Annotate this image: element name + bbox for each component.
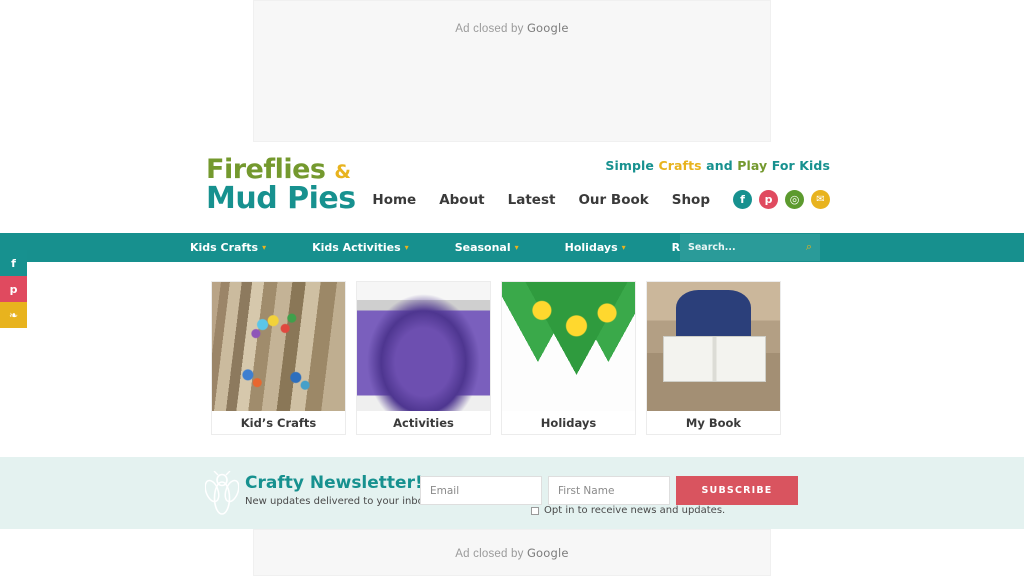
social-links: f p ◎ ✉ <box>733 190 830 209</box>
category-card[interactable]: Activities <box>356 281 491 435</box>
pinterest-icon[interactable]: p <box>759 190 778 209</box>
navbar-item-holidays[interactable]: Holidays ▾ <box>565 241 626 254</box>
navbar-label-seasonal: Seasonal <box>454 241 511 254</box>
newsletter-heading-block: Crafty Newsletter! New updates delivered… <box>205 471 433 517</box>
topnav-item-home[interactable]: Home <box>372 192 416 208</box>
chevron-down-icon: ▾ <box>514 242 519 252</box>
topnav-item-shop[interactable]: Shop <box>672 192 710 208</box>
category-card[interactable]: My Book <box>646 281 781 435</box>
ad-closed-label-top: Ad closed by Google <box>455 21 569 35</box>
share-facebook-icon[interactable]: f <box>0 250 27 276</box>
search-icon[interactable]: ⌕ <box>806 241 812 254</box>
category-card[interactable]: Kid’s Crafts <box>211 281 346 435</box>
social-share-rail: f p ❧ <box>0 250 27 328</box>
subscribe-button[interactable]: SUBSCRIBE <box>676 476 798 505</box>
ad-slot-bottom: Ad closed by Google <box>253 529 771 576</box>
card-label-holidays[interactable]: Holidays <box>501 411 636 435</box>
google-wordmark-top: Google <box>526 21 569 35</box>
page-root: Ad closed by Google Fireflies & Mud Pies… <box>0 0 1024 576</box>
logo-line-one: Fireflies & <box>206 154 351 185</box>
newsletter-section: Crafty Newsletter! New updates delivered… <box>0 457 1024 529</box>
category-card-grid: Kid’s Crafts Activities Holidays My Book <box>211 281 781 435</box>
optin-checkbox[interactable] <box>531 506 539 515</box>
site-tagline: Simple Crafts and Play For Kids <box>605 158 830 173</box>
card-label-activities[interactable]: Activities <box>356 411 491 435</box>
navbar-item-kids-crafts[interactable]: Kids Crafts ▾ <box>190 241 266 254</box>
firefly-icon <box>205 471 239 515</box>
newsletter-subtitle: New updates delivered to your inbox! <box>245 495 434 507</box>
chevron-down-icon: ▾ <box>262 242 267 252</box>
newsletter-form: Email First Name SUBSCRIBE <box>420 476 798 505</box>
share-pinterest-icon[interactable]: p <box>0 276 27 302</box>
chevron-down-icon: ▾ <box>404 242 409 252</box>
card-image-kids-crafts[interactable] <box>211 281 346 411</box>
category-navbar-items: Kids Crafts ▾ Kids Activities ▾ Seasonal… <box>190 233 720 262</box>
logo-ampersand: & <box>334 161 351 183</box>
site-logo[interactable]: Fireflies & Mud Pies <box>206 156 356 214</box>
navbar-label-holidays: Holidays <box>564 241 618 254</box>
google-wordmark-bottom: Google <box>526 546 569 560</box>
navbar-label-kids-crafts: Kids Crafts <box>190 241 259 254</box>
ad-closed-label-bottom: Ad closed by Google <box>455 546 569 560</box>
card-label-kids-crafts[interactable]: Kid’s Crafts <box>211 411 346 435</box>
card-image-activities[interactable] <box>356 281 491 411</box>
navbar-item-seasonal[interactable]: Seasonal ▾ <box>455 241 519 254</box>
topnav-item-about[interactable]: About <box>439 192 484 208</box>
chevron-down-icon: ▾ <box>621 242 626 252</box>
newsletter-title: Crafty Newsletter! <box>245 473 423 493</box>
site-header: Fireflies & Mud Pies Simple Crafts and P… <box>0 142 1024 228</box>
email-field[interactable]: Email <box>420 476 542 505</box>
card-image-my-book[interactable] <box>646 281 781 411</box>
email-icon[interactable]: ✉ <box>811 190 830 209</box>
newsletter-text: Crafty Newsletter! New updates delivered… <box>245 471 433 507</box>
optin-label: Opt in to receive news and updates. <box>544 505 726 516</box>
topnav-item-our-book[interactable]: Our Book <box>578 192 648 208</box>
instagram-icon[interactable]: ◎ <box>785 190 804 209</box>
topnav-item-latest[interactable]: Latest <box>508 192 556 208</box>
search-box[interactable]: Search... ⌕ <box>680 234 820 261</box>
primary-top-navigation: Home About Latest Our Book Shop f p ◎ ✉ <box>372 190 830 209</box>
ad-slot-top: Ad closed by Google <box>253 0 771 142</box>
search-input[interactable]: Search... <box>688 242 806 253</box>
category-card[interactable]: Holidays <box>501 281 636 435</box>
newsletter-optin[interactable]: Opt in to receive news and updates. <box>531 505 725 516</box>
navbar-item-kids-activities[interactable]: Kids Activities ▾ <box>312 241 409 254</box>
navbar-label-kids-activities: Kids Activities <box>312 241 401 254</box>
logo-line-two: Mud Pies <box>206 181 356 216</box>
card-image-holidays[interactable] <box>501 281 636 411</box>
card-label-my-book[interactable]: My Book <box>646 411 781 435</box>
first-name-field[interactable]: First Name <box>548 476 670 505</box>
share-twitter-icon[interactable]: ❧ <box>0 302 27 328</box>
facebook-icon[interactable]: f <box>733 190 752 209</box>
category-navbar: Kids Crafts ▾ Kids Activities ▾ Seasonal… <box>0 233 1024 262</box>
